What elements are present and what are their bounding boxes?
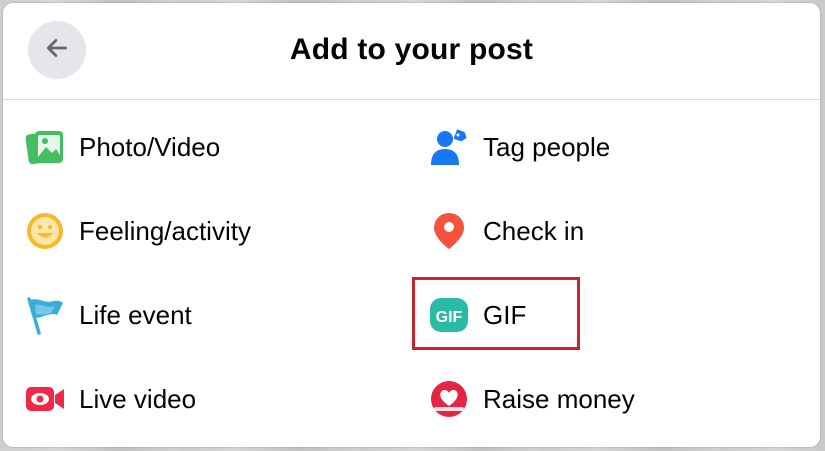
option-label: Live video xyxy=(79,383,197,414)
option-feeling-activity[interactable]: Feeling/activity xyxy=(23,201,383,261)
photo-icon xyxy=(23,125,67,169)
option-tag-people[interactable]: Tag people xyxy=(427,117,787,177)
option-label: Tag people xyxy=(483,131,611,162)
option-photo-video[interactable]: Photo/Video xyxy=(23,117,383,177)
option-label: Photo/Video xyxy=(79,131,221,162)
gif-highlight-box xyxy=(412,277,580,350)
dialog-header: Add to your post xyxy=(3,3,820,100)
option-label: Feeling/activity xyxy=(79,215,251,246)
tag-people-icon xyxy=(427,125,471,169)
smiley-icon xyxy=(23,209,67,253)
option-live-video[interactable]: Live video xyxy=(23,369,383,429)
option-raise-money[interactable]: Raise money xyxy=(427,369,787,429)
option-label: Check in xyxy=(483,215,585,246)
heart-donation-icon xyxy=(427,377,471,421)
option-check-in[interactable]: Check in xyxy=(427,201,787,261)
dialog-title: Add to your post xyxy=(289,33,534,66)
option-life-event[interactable]: Life event xyxy=(23,285,383,345)
add-to-post-dialog: Add to your post Photo/Video Tag people xyxy=(3,3,820,447)
option-label: Raise money xyxy=(483,383,635,414)
flag-icon xyxy=(23,293,67,337)
live-video-icon xyxy=(23,377,67,421)
location-pin-icon xyxy=(427,209,471,253)
option-label: Life event xyxy=(79,299,192,330)
